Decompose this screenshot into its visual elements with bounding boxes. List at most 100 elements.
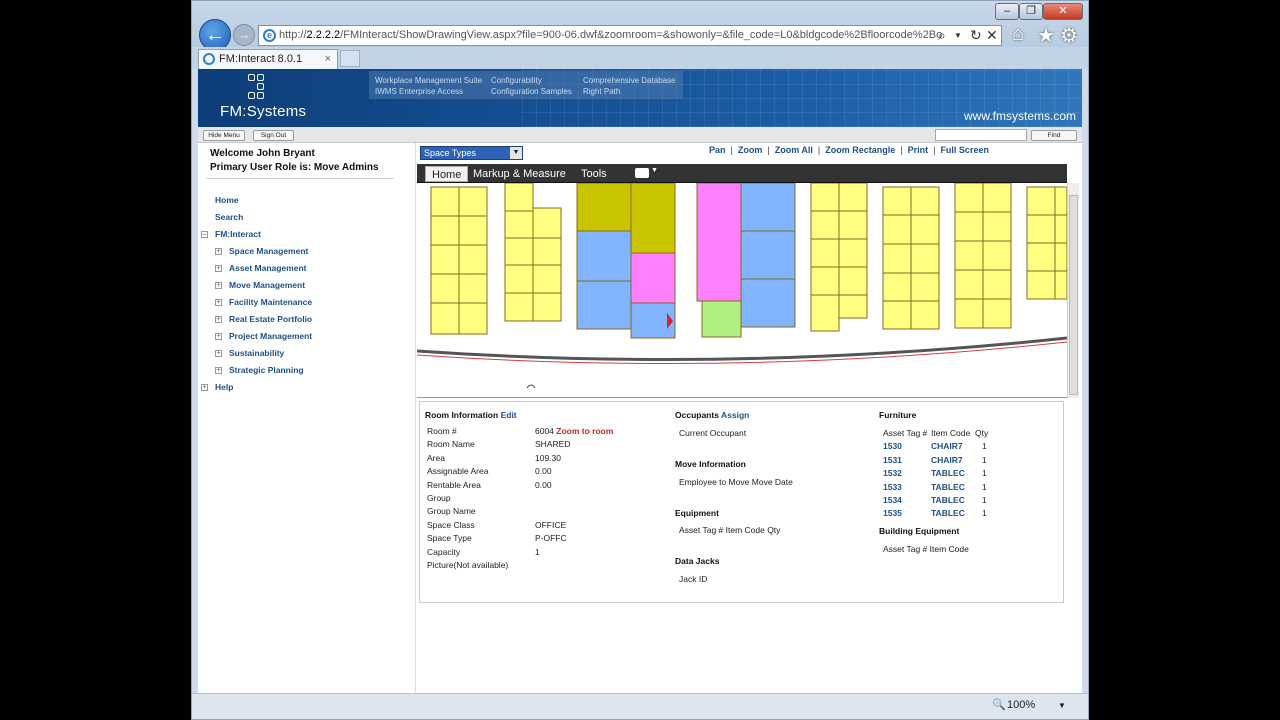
room-column-8[interactable] (1026, 186, 1067, 300)
full-screen-link[interactable]: Full Screen (940, 145, 989, 155)
field-label: Group Name (427, 506, 476, 516)
dropdown-arrow-icon[interactable]: ▼ (651, 167, 658, 174)
link-configuration-samples[interactable]: Configuration Samples (491, 87, 572, 96)
floor-plan-svg[interactable] (417, 183, 1067, 398)
expand-icon[interactable]: + (215, 367, 222, 374)
jack-id-col: Jack ID (679, 574, 708, 584)
room-column-6[interactable] (882, 186, 940, 330)
room-block-4[interactable] (696, 183, 796, 338)
expand-icon[interactable]: + (201, 384, 208, 391)
scroll-thumb[interactable] (1069, 195, 1078, 395)
room-column-1[interactable] (430, 186, 488, 335)
hide-menu-button[interactable]: Hide Menu (203, 130, 245, 141)
forward-button[interactable]: → (233, 24, 255, 46)
site-url[interactable]: www.fmsystems.com (964, 109, 1076, 123)
space-type-select[interactable]: Space Types ▼ (420, 146, 523, 160)
expand-icon[interactable]: + (215, 282, 222, 289)
item-code-link[interactable]: TABLEC (931, 495, 965, 505)
asset-tag-link[interactable]: 1535 (883, 508, 902, 518)
asset-tag-link[interactable]: 1533 (883, 482, 902, 492)
asset-tag-link[interactable]: 1530 (883, 441, 902, 451)
zoom-level[interactable]: 100% (1007, 699, 1035, 711)
room-column-2[interactable] (504, 183, 562, 322)
link-comprehensive-database[interactable]: Comprehensive Database (583, 76, 676, 85)
expand-icon[interactable]: + (215, 316, 222, 323)
item-code-link[interactable]: CHAIR7 (931, 441, 963, 451)
address-bar[interactable]: e http://2.2.2.2/FMInteract/ShowDrawingVi… (258, 25, 1002, 46)
tab-home[interactable]: Home (425, 166, 469, 182)
browser-tab[interactable]: FM:Interact 8.0.1 × (198, 49, 338, 69)
message-icon[interactable] (635, 168, 649, 178)
settings-gear-icon[interactable]: ⚙ (1060, 23, 1078, 48)
expand-icon[interactable]: + (215, 350, 222, 357)
expand-icon[interactable]: + (215, 265, 222, 272)
zoom-link[interactable]: Zoom (738, 145, 763, 155)
expand-icon[interactable]: + (215, 248, 222, 255)
dropdown-arrow-icon[interactable]: ▼ (954, 25, 962, 46)
link-right-path[interactable]: Right Path (583, 87, 620, 96)
close-window-button[interactable]: ✕ (1043, 3, 1083, 20)
minimize-button[interactable]: – (995, 3, 1019, 20)
nav-sustainability[interactable]: Sustainability (229, 348, 284, 358)
nav-help[interactable]: Help (215, 382, 233, 392)
nav-home[interactable]: Home (215, 195, 239, 205)
pan-link[interactable]: Pan (709, 145, 726, 155)
room-column-5[interactable] (810, 183, 868, 332)
asset-tag-link[interactable]: 1534 (883, 495, 902, 505)
zoom-all-link[interactable]: Zoom All (775, 145, 813, 155)
zoom-rectangle-link[interactable]: Zoom Rectangle (825, 145, 895, 155)
refresh-icon[interactable]: ↻ (970, 25, 982, 46)
find-input[interactable] (935, 129, 1027, 141)
nav-strategic-planning[interactable]: Strategic Planning (229, 365, 304, 375)
asset-tag-link[interactable]: 1531 (883, 455, 902, 465)
zoom-magnifier-icon[interactable]: 🔍 (992, 698, 1006, 711)
expand-icon[interactable]: + (215, 299, 222, 306)
link-workplace-management[interactable]: Workplace Management Suite (375, 76, 482, 85)
zoom-dropdown-icon[interactable]: ▼ (1058, 701, 1066, 710)
assign-link[interactable]: Assign (721, 410, 749, 420)
nav-facility-maintenance[interactable]: Facility Maintenance (229, 297, 312, 307)
nav-move-management[interactable]: Move Management (229, 280, 305, 290)
qty-value: 1 (982, 508, 987, 518)
drawing-scrollbar[interactable] (1067, 183, 1079, 398)
nav-real-estate-portfolio[interactable]: Real Estate Portfolio (229, 314, 312, 324)
nav-fminteract[interactable]: FM:Interact (215, 229, 261, 239)
tab-tools[interactable]: Tools (575, 166, 613, 182)
tab-close-icon[interactable]: × (325, 50, 331, 68)
nav-project-management[interactable]: Project Management (229, 331, 312, 341)
favorites-star-icon[interactable]: ★ (1037, 23, 1055, 48)
maximize-button[interactable]: ❐ (1019, 3, 1043, 20)
field-label: Group (427, 493, 451, 503)
link-iwms-enterprise[interactable]: IWMS Enterprise Access (375, 87, 463, 96)
room-block-3[interactable] (576, 183, 676, 339)
dropdown-arrow-icon[interactable]: ▼ (510, 147, 522, 159)
home-icon[interactable]: ⌂ (1012, 23, 1024, 46)
link-configurability[interactable]: Configurability (491, 76, 542, 85)
sign-out-button[interactable]: Sign Out (253, 130, 294, 141)
find-button[interactable]: Find (1031, 130, 1077, 141)
nav-space-management[interactable]: Space Management (229, 246, 308, 256)
data-jacks-heading: Data Jacks (675, 556, 720, 566)
left-sidebar: Welcome John Bryant Primary User Role is… (198, 143, 416, 693)
search-icon[interactable]: ⌕ (938, 25, 946, 46)
print-link[interactable]: Print (908, 145, 929, 155)
stop-icon[interactable]: ✕ (986, 25, 998, 46)
edit-link[interactable]: Edit (501, 410, 517, 420)
new-tab-button[interactable] (340, 50, 360, 67)
expand-icon[interactable]: + (215, 333, 222, 340)
item-code-link[interactable]: TABLEC (931, 482, 965, 492)
field-label: Rentable Area (427, 480, 481, 490)
collapse-icon[interactable]: – (201, 231, 208, 238)
zoom-to-room-link[interactable]: Zoom to room (556, 426, 613, 436)
qty-value: 1 (982, 455, 987, 465)
nav-search[interactable]: Search (215, 212, 243, 222)
item-code-link[interactable]: CHAIR7 (931, 455, 963, 465)
qty-value: 1 (982, 468, 987, 478)
asset-tag-link[interactable]: 1532 (883, 468, 902, 478)
tab-markup-measure[interactable]: Markup & Measure (467, 166, 572, 182)
room-column-7[interactable] (954, 183, 1012, 329)
nav-asset-management[interactable]: Asset Management (229, 263, 306, 273)
floor-plan-drawing[interactable] (417, 183, 1067, 398)
item-code-link[interactable]: TABLEC (931, 468, 965, 478)
item-code-link[interactable]: TABLEC (931, 508, 965, 518)
